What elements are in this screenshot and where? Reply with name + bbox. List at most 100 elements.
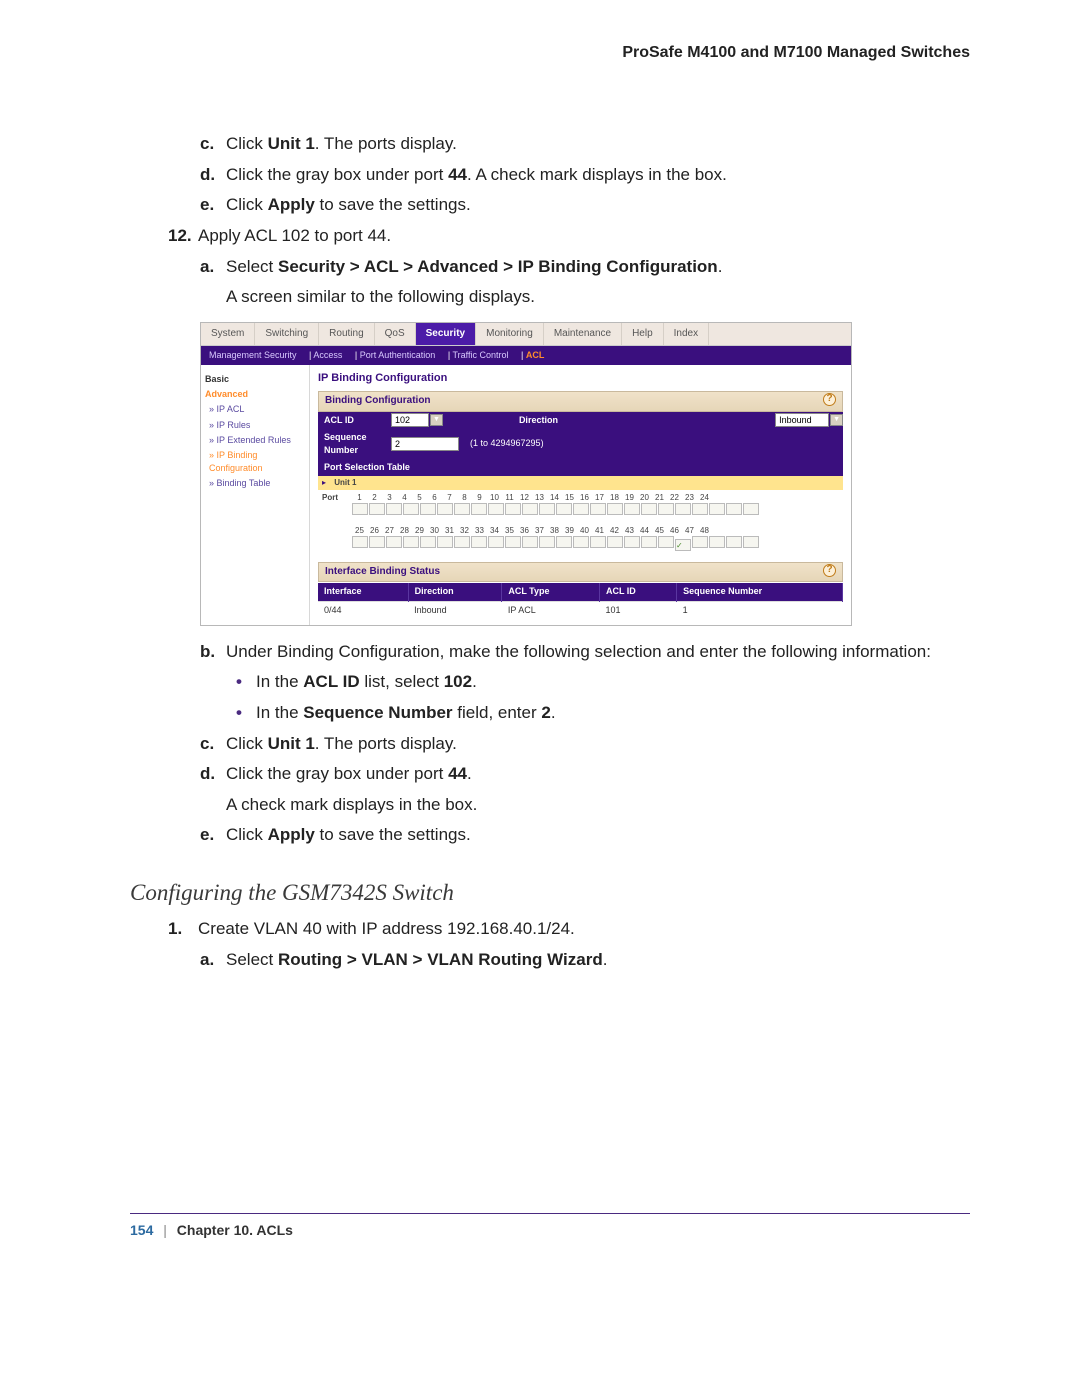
doc-header: ProSafe M4100 and M7100 Managed Switches bbox=[130, 44, 970, 62]
port-checkbox[interactable] bbox=[590, 503, 606, 515]
bullet-icon: • bbox=[236, 701, 256, 726]
port-checkbox[interactable] bbox=[607, 536, 623, 548]
port-checkbox[interactable] bbox=[420, 536, 436, 548]
col-acl-id: ACL ID bbox=[599, 583, 676, 601]
step-letter: e. bbox=[200, 193, 226, 218]
port-checkbox[interactable] bbox=[403, 503, 419, 515]
port-checkbox[interactable] bbox=[675, 539, 691, 551]
port-checkbox[interactable] bbox=[386, 503, 402, 515]
port-checkbox[interactable] bbox=[624, 503, 640, 515]
tab-maintenance[interactable]: Maintenance bbox=[544, 323, 622, 346]
port-checkbox[interactable] bbox=[539, 503, 555, 515]
port-checkbox[interactable] bbox=[437, 536, 453, 548]
port-checkbox[interactable] bbox=[403, 536, 419, 548]
seq-range-hint: (1 to 4294967295) bbox=[470, 437, 544, 450]
port-checkbox[interactable] bbox=[658, 503, 674, 515]
unit-row: ▸ Unit 1 bbox=[318, 476, 843, 490]
step-text: Click the gray box under port 44. bbox=[226, 762, 472, 787]
sidebar-item-ip-binding-config[interactable]: » IP Binding Configuration bbox=[209, 449, 305, 475]
port-checkbox[interactable] bbox=[454, 503, 470, 515]
seq-number-input[interactable]: 2 bbox=[391, 437, 459, 451]
tab-switching[interactable]: Switching bbox=[255, 323, 319, 346]
help-icon[interactable]: ? bbox=[823, 393, 836, 406]
tab-security[interactable]: Security bbox=[416, 323, 476, 346]
subtab-traffic-control[interactable]: Traffic Control bbox=[453, 350, 509, 360]
tab-routing[interactable]: Routing bbox=[319, 323, 374, 346]
port-checkbox[interactable] bbox=[709, 503, 725, 515]
sidebar-item-ip-rules[interactable]: » IP Rules bbox=[209, 419, 305, 432]
port-checkbox[interactable] bbox=[369, 503, 385, 515]
help-icon[interactable]: ? bbox=[823, 564, 836, 577]
step-text: In the ACL ID list, select 102. bbox=[256, 670, 477, 695]
port-checkbox[interactable] bbox=[624, 536, 640, 548]
port-checkbox[interactable] bbox=[386, 536, 402, 548]
subtab-mgmt-security[interactable]: Management Security bbox=[209, 350, 297, 360]
main-tab-bar: System Switching Routing QoS Security Mo… bbox=[201, 323, 851, 347]
direction-select[interactable]: Inbound bbox=[775, 413, 829, 427]
port-checkbox[interactable] bbox=[352, 536, 368, 548]
port-checkbox[interactable] bbox=[641, 536, 657, 548]
port-checkbox[interactable] bbox=[692, 536, 708, 548]
port-checkbox[interactable] bbox=[522, 536, 538, 548]
port-checkbox[interactable] bbox=[420, 503, 436, 515]
step-number: 1. bbox=[168, 917, 198, 942]
port-checkbox[interactable] bbox=[556, 536, 572, 548]
port-checkbox[interactable] bbox=[488, 536, 504, 548]
tab-index[interactable]: Index bbox=[664, 323, 709, 346]
port-checkbox[interactable] bbox=[556, 503, 572, 515]
dropdown-icon[interactable]: ▼ bbox=[430, 414, 443, 426]
port-checkbox[interactable] bbox=[573, 503, 589, 515]
subtab-access[interactable]: Access bbox=[313, 350, 342, 360]
port-checkbox[interactable] bbox=[505, 536, 521, 548]
port-checkbox[interactable] bbox=[743, 536, 759, 548]
port-checkbox[interactable] bbox=[471, 503, 487, 515]
subtab-acl[interactable]: ACL bbox=[526, 350, 545, 360]
step-text: Click the gray box under port 44. A chec… bbox=[226, 163, 727, 188]
sidebar-cat-basic[interactable]: Basic bbox=[205, 373, 305, 386]
step-text: Click Apply to save the settings. bbox=[226, 823, 471, 848]
acl-id-select[interactable]: 102 bbox=[391, 413, 429, 427]
step-letter: d. bbox=[200, 762, 226, 787]
tab-system[interactable]: System bbox=[201, 323, 255, 346]
port-checkbox[interactable] bbox=[471, 536, 487, 548]
table-row[interactable]: 0/44 Inbound IP ACL 101 1 bbox=[318, 601, 843, 619]
dropdown-icon[interactable]: ▼ bbox=[830, 414, 843, 426]
sidebar-item-ip-acl[interactable]: » IP ACL bbox=[209, 403, 305, 416]
port-checkbox[interactable] bbox=[709, 536, 725, 548]
port-checkbox[interactable] bbox=[454, 536, 470, 548]
port-numbers-top: 123456789101112131415161718192021222324 bbox=[352, 492, 712, 504]
port-checkbox[interactable] bbox=[590, 536, 606, 548]
port-checkbox[interactable] bbox=[607, 503, 623, 515]
sidebar-cat-advanced[interactable]: Advanced bbox=[205, 388, 305, 401]
port-checkbox[interactable] bbox=[658, 536, 674, 548]
tab-monitoring[interactable]: Monitoring bbox=[476, 323, 544, 346]
port-checkbox[interactable] bbox=[692, 503, 708, 515]
port-checkbox[interactable] bbox=[573, 536, 589, 548]
sub-tab-bar: Management Security | Access | Port Auth… bbox=[201, 346, 851, 365]
port-checkbox[interactable] bbox=[505, 503, 521, 515]
sidebar-item-ip-ext-rules[interactable]: » IP Extended Rules bbox=[209, 434, 305, 447]
sidebar-item-binding-table[interactable]: » Binding Table bbox=[209, 477, 305, 490]
footer-rule bbox=[130, 1213, 970, 1214]
step-text: Click Apply to save the settings. bbox=[226, 193, 471, 218]
port-checkbox[interactable] bbox=[641, 503, 657, 515]
port-numbers-bottom: 2526272829303132333435363738394041424344… bbox=[352, 525, 712, 537]
port-checkbox[interactable] bbox=[726, 536, 742, 548]
port-checkbox[interactable] bbox=[743, 503, 759, 515]
subtab-port-auth[interactable]: Port Authentication bbox=[360, 350, 436, 360]
tab-help[interactable]: Help bbox=[622, 323, 664, 346]
instruction-block: c. Click Unit 1. The ports display. d. C… bbox=[130, 132, 970, 973]
port-checkbox[interactable] bbox=[522, 503, 538, 515]
tab-qos[interactable]: QoS bbox=[375, 323, 416, 346]
port-checkbox[interactable] bbox=[675, 503, 691, 515]
port-checkbox[interactable] bbox=[488, 503, 504, 515]
port-checkbox[interactable] bbox=[369, 536, 385, 548]
unit-1-button[interactable]: Unit 1 bbox=[334, 478, 356, 487]
port-checkbox[interactable] bbox=[437, 503, 453, 515]
step-text: A screen similar to the following displa… bbox=[226, 285, 535, 310]
port-checkbox[interactable] bbox=[726, 503, 742, 515]
port-checkbox[interactable] bbox=[352, 503, 368, 515]
page-footer: 154 | Chapter 10. ACLs bbox=[130, 1222, 970, 1238]
unit-expand-icon[interactable]: ▸ bbox=[322, 478, 326, 487]
port-checkbox[interactable] bbox=[539, 536, 555, 548]
